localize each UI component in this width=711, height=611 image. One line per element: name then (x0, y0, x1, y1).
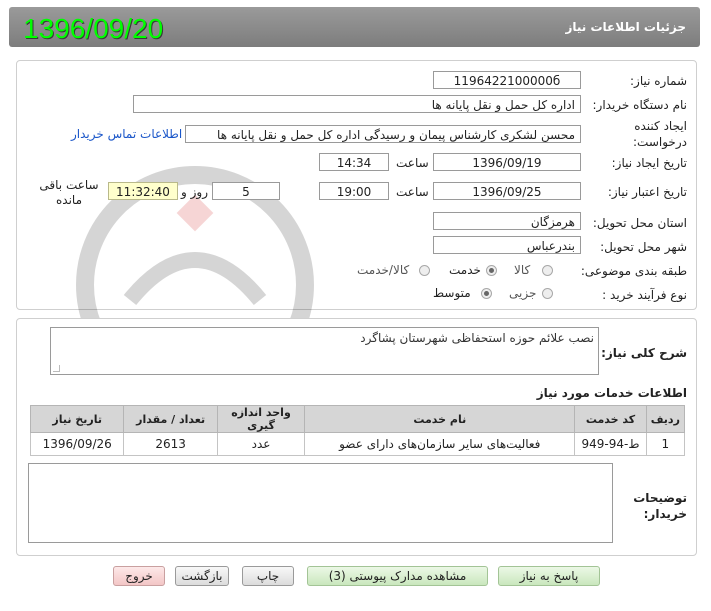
process-option-minor: جزیی (509, 286, 537, 300)
category-option-goods: کالا (514, 263, 531, 277)
city-label: شهر محل تحویل: (600, 240, 687, 254)
province-field: هرمزگان (433, 212, 581, 230)
process-option-medium: متوسط (433, 286, 471, 300)
process-radio-medium[interactable] (481, 288, 492, 299)
col-row-number: ردیف (645, 405, 686, 433)
requester-field: محسن لشکری کارشناس پیمان و رسیدگی اداره … (185, 125, 581, 143)
col-quantity: تعداد / مقدار (123, 405, 218, 433)
page-title: جزئیات اطلاعات نیاز (565, 20, 686, 34)
need-number-field: 1196422100000б (433, 71, 581, 89)
created-time-field: 14:34 (319, 153, 389, 171)
buyer-notes-box (28, 463, 613, 543)
category-label: طبقه بندی موضوعی: (580, 264, 687, 278)
services-title: اطلاعات خدمات مورد نیاز (536, 386, 687, 400)
exit-button[interactable]: خروج (113, 566, 165, 586)
col-service-name: نام خدمت (304, 405, 576, 433)
print-button[interactable]: چاپ (242, 566, 294, 586)
province-label: استان محل تحویل: (592, 216, 687, 230)
page-header: جزئیات اطلاعات نیاز 1396/09/20 (9, 7, 700, 47)
description-label: شرح کلی نیاز: (601, 346, 687, 360)
col-service-code: کد خدمت (574, 405, 647, 433)
resize-grip-icon[interactable] (53, 365, 60, 372)
buyer-notes-label: توضیحات خریدار: (633, 491, 687, 521)
validity-time-label: ساعت (396, 185, 429, 199)
col-unit: واحد اندازه گیری (216, 405, 306, 433)
days-label: روز و (181, 185, 208, 199)
contact-info-link[interactable]: اطلاعات تماس خریدار (71, 127, 182, 141)
reply-button[interactable]: پاسخ به نیاز (498, 566, 600, 586)
requester-label: ایجاد کننده درخواست: (633, 119, 687, 149)
need-number-label: شماره نیاز: (630, 74, 687, 88)
cell-need-date: 1396/09/26 (29, 432, 125, 456)
city-field: بندرعباس (433, 236, 581, 254)
col-need-date: تاریخ نیاز (29, 405, 125, 433)
days-remaining-field: 5 (212, 182, 280, 200)
created-date-field: 1396/09/19 (433, 153, 581, 171)
cell-service-name: فعالیت‌های سایر سازمان‌های دارای عضو (304, 432, 576, 456)
created-time-label: ساعت (396, 156, 429, 170)
table-row: 1 ط-94-949 فعالیت‌های سایر سازمان‌های دا… (29, 432, 686, 456)
date-stamp: 1396/09/20 (23, 13, 164, 44)
process-radio-minor[interactable] (542, 288, 553, 299)
category-radio-goods-service[interactable] (419, 265, 430, 276)
cell-unit: عدد (216, 432, 306, 456)
time-remaining-field: 11:32:40 (108, 182, 178, 200)
description-text: نصب علائم حوزه استحفاظی شهرستان پشاگرد (360, 331, 594, 345)
time-remaining-label: ساعت باقی مانده (39, 178, 99, 207)
category-option-service: خدمت (449, 263, 481, 277)
buyer-org-label: نام دستگاه خریدار: (592, 98, 688, 112)
services-header-row: ردیف کد خدمت نام خدمت واحد اندازه گیری ت… (29, 405, 686, 433)
buyer-org-field: اداره کل حمل و نقل پایانه ها (133, 95, 581, 113)
category-radio-service[interactable] (486, 265, 497, 276)
created-date-label: تاریخ ایجاد نیاز: (611, 156, 687, 170)
back-button[interactable]: بازگشت (175, 566, 229, 586)
cell-quantity: 2613 (123, 432, 218, 456)
cell-service-code: ط-94-949 (574, 432, 647, 456)
category-radio-goods[interactable] (542, 265, 553, 276)
view-attachments-button[interactable]: مشاهده مدارک پیوستی (3) (307, 566, 488, 586)
validity-date-field: 1396/09/25 (433, 182, 581, 200)
validity-date-label: تاریخ اعتبار نیاز: (607, 185, 687, 199)
category-option-goods-service: کالا/خدمت (357, 263, 410, 277)
cell-row-number: 1 (645, 432, 686, 456)
description-box: نصب علائم حوزه استحفاظی شهرستان پشاگرد (50, 327, 599, 375)
services-table: ردیف کد خدمت نام خدمت واحد اندازه گیری ت… (29, 405, 686, 456)
validity-time-field: 19:00 (319, 182, 389, 200)
process-label: نوع فرآیند خرید : (602, 288, 687, 302)
